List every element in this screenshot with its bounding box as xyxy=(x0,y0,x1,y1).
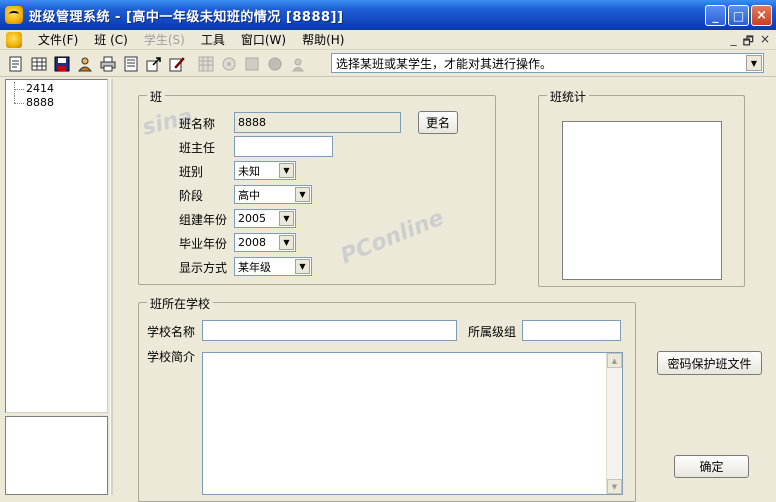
teacher-field[interactable] xyxy=(234,136,333,157)
grid-icon[interactable] xyxy=(29,54,49,74)
menu-help[interactable]: 帮助(H) xyxy=(294,31,352,48)
scroll-up-icon[interactable]: ▲ xyxy=(607,353,622,368)
new-icon[interactable] xyxy=(6,54,26,74)
edit-icon[interactable] xyxy=(167,54,187,74)
class-type-value: 未知 xyxy=(238,164,260,178)
export-icon[interactable] xyxy=(144,54,164,74)
maximize-button[interactable]: □ xyxy=(728,5,749,26)
menu-file[interactable]: 文件(F) xyxy=(30,31,86,48)
stats-box xyxy=(562,121,722,280)
user-icon[interactable] xyxy=(75,54,95,74)
mdi-restore-button[interactable]: 🗗 xyxy=(743,32,754,53)
year-label: 组建年份 xyxy=(179,213,228,227)
teacher-label: 班主任 xyxy=(179,141,216,155)
year-value: 2005 xyxy=(238,212,266,225)
tool5-icon[interactable] xyxy=(288,54,308,74)
tool3-icon[interactable] xyxy=(242,54,262,74)
chevron-down-icon[interactable]: ▼ xyxy=(279,163,294,178)
display-mode-value: 某年级 xyxy=(238,260,271,274)
chevron-down-icon[interactable]: ▼ xyxy=(279,235,294,250)
ok-button[interactable]: 确定 xyxy=(674,455,749,478)
tool4-icon[interactable] xyxy=(265,54,285,74)
class-name-field[interactable]: 8888 xyxy=(234,112,401,133)
save-icon[interactable] xyxy=(52,54,72,74)
window-controls: _ □ × xyxy=(705,5,772,26)
grade-group-field[interactable] xyxy=(522,320,621,341)
rename-button[interactable]: 更名 xyxy=(418,111,458,134)
class-type-select[interactable]: 未知 ▼ xyxy=(234,161,296,180)
class-group-title: 班 xyxy=(147,88,166,105)
chevron-down-icon[interactable]: ▼ xyxy=(279,211,294,226)
school-intro-label: 学校简介 xyxy=(147,350,196,364)
chevron-down-icon[interactable]: ▼ xyxy=(295,259,310,274)
print-icon[interactable] xyxy=(98,54,118,74)
class-type-label: 班别 xyxy=(179,165,204,179)
splitter[interactable] xyxy=(110,79,113,495)
scroll-down-icon[interactable]: ▼ xyxy=(607,479,622,494)
stage-label: 阶段 xyxy=(179,189,204,203)
detail-pane[interactable] xyxy=(5,416,108,495)
grad-year-label: 毕业年份 xyxy=(179,237,228,251)
stats-group-title: 班统计 xyxy=(547,88,590,105)
year-select[interactable]: 2005 ▼ xyxy=(234,209,296,228)
toolbar: 选择某班或某学生，才能对其进行操作。 ▼ xyxy=(0,51,776,77)
hint-text: 选择某班或某学生，才能对其进行操作。 xyxy=(336,56,553,71)
school-intro-textarea[interactable]: ▲ ▼ xyxy=(202,352,623,495)
close-button[interactable]: × xyxy=(751,5,772,26)
grade-group-label: 所属级组 xyxy=(468,325,517,339)
school-name-field[interactable] xyxy=(202,320,457,341)
chevron-down-icon[interactable]: ▼ xyxy=(295,187,310,202)
tool1-icon[interactable] xyxy=(196,54,216,74)
stage-select[interactable]: 高中 ▼ xyxy=(234,185,312,204)
tool2-icon[interactable] xyxy=(219,54,239,74)
report-icon[interactable] xyxy=(121,54,141,74)
display-mode-label: 显示方式 xyxy=(179,261,228,275)
stage-value: 高中 xyxy=(238,188,260,202)
menu-bar: 文件(F) 班 (C) 学生(S) 工具 窗口(W) 帮助(H) _ 🗗 × xyxy=(0,30,776,50)
mdi-child-icon[interactable] xyxy=(6,31,22,48)
menu-window[interactable]: 窗口(W) xyxy=(233,31,294,48)
mdi-close-button[interactable]: × xyxy=(760,32,770,53)
grad-year-value: 2008 xyxy=(238,236,266,249)
hint-combo[interactable]: 选择某班或某学生，才能对其进行操作。 ▼ xyxy=(331,53,764,73)
grad-year-select[interactable]: 2008 ▼ xyxy=(234,233,296,252)
password-protect-button[interactable]: 密码保护班文件 xyxy=(657,351,762,375)
chevron-down-icon[interactable]: ▼ xyxy=(746,55,762,71)
class-name-label: 班名称 xyxy=(179,117,216,131)
minimize-button[interactable]: _ xyxy=(705,5,726,26)
app-icon xyxy=(5,6,23,24)
tree-item-2414[interactable]: 2414 xyxy=(10,82,107,96)
school-name-label: 学校名称 xyxy=(147,325,196,339)
class-tree[interactable]: 2414 8888 xyxy=(5,79,108,413)
mdi-minimize-button[interactable]: _ xyxy=(731,32,737,53)
school-group-title: 班所在学校 xyxy=(147,295,214,312)
menu-class[interactable]: 班 (C) xyxy=(86,31,136,48)
menu-tools[interactable]: 工具 xyxy=(193,31,233,48)
intro-scrollbar[interactable]: ▲ ▼ xyxy=(606,353,622,494)
title-bar: 班级管理系统 - [高中一年级未知班的情况 [8888]] _ □ × xyxy=(0,0,776,30)
window-title: 班级管理系统 - [高中一年级未知班的情况 [8888]] xyxy=(29,9,344,25)
mdi-controls: _ 🗗 × xyxy=(731,32,770,53)
tree-item-8888[interactable]: 8888 xyxy=(10,96,107,110)
display-mode-select[interactable]: 某年级 ▼ xyxy=(234,257,312,276)
menu-student[interactable]: 学生(S) xyxy=(136,31,193,48)
